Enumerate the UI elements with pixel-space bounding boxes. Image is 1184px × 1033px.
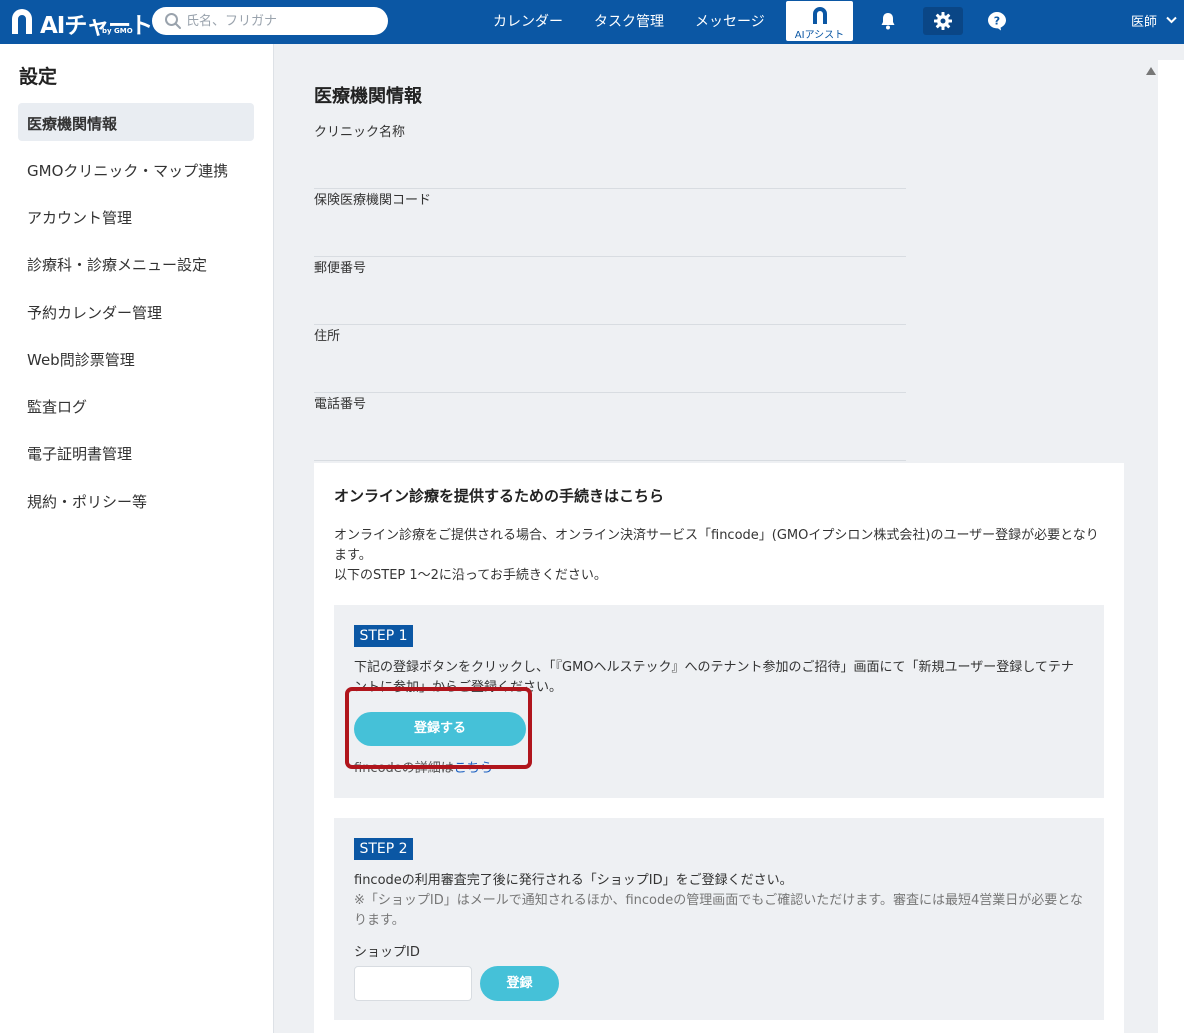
svg-text:?: ?: [994, 15, 1000, 28]
notifications-button[interactable]: [868, 7, 908, 35]
field-clinic-name: クリニック名称: [314, 121, 906, 189]
register-button[interactable]: 登録する: [354, 712, 526, 746]
nav-task-management[interactable]: タスク管理: [594, 11, 664, 31]
fincode-details-row: fincodeの詳細はこちら: [354, 757, 493, 773]
search-icon: [165, 13, 181, 29]
sidebar-item-policies[interactable]: 規約・ポリシー等: [18, 481, 254, 519]
sidebar-item-web-questionnaire[interactable]: Web問診票管理: [18, 339, 254, 377]
nav-messages[interactable]: メッセージ: [695, 11, 765, 31]
scrollbar[interactable]: [1143, 62, 1159, 1033]
field-postal-code: 郵便番号: [314, 257, 906, 325]
sidebar-item-label: 電子証明書管理: [27, 445, 133, 463]
bell-icon: [881, 13, 895, 30]
sidebar-item-accounts[interactable]: アカウント管理: [18, 197, 254, 235]
settings-button[interactable]: [923, 7, 963, 35]
field-label: クリニック名称: [314, 125, 406, 140]
sidebar-item-calendar[interactable]: 予約カレンダー管理: [18, 292, 254, 330]
sidebar-item-label: 予約カレンダー管理: [27, 304, 163, 322]
sidebar-item-label: GMOクリニック・マップ連携: [27, 162, 229, 180]
sidebar-item-label: 監査ログ: [27, 398, 88, 416]
gear-icon: [934, 12, 952, 30]
field-label: 郵便番号: [314, 261, 367, 276]
sidebar-item-label: Web問診票管理: [27, 351, 135, 369]
sidebar-item-departments[interactable]: 診療科・診療メニュー設定: [18, 244, 254, 282]
logo-arch-icon: [12, 9, 32, 34]
sidebar-title: 設定: [19, 66, 58, 88]
field-label: 電話番号: [314, 397, 367, 412]
fincode-details-prefix: fincodeの詳細は: [354, 761, 454, 773]
step-1-panel: STEP 1 下記の登録ボタンをクリックし、「『GMOヘルステック』へのテナント…: [334, 605, 1104, 798]
top-header: AIチャート by GMO カレンダー タスク管理 メッセージ AIアシスト: [0, 0, 1184, 44]
online-section-title: オンライン診療を提供するための手続きはこちら: [334, 487, 665, 505]
ai-assist-label: AIアシスト: [794, 30, 845, 41]
field-label: 保険医療機関コード: [314, 193, 432, 208]
description-line: 以下のSTEP 1〜2に沿ってお手続きください。: [334, 568, 607, 583]
sidebar-item-label: アカウント管理: [27, 209, 133, 227]
fincode-details-link[interactable]: こちら: [454, 761, 493, 773]
shop-id-register-button[interactable]: 登録: [480, 966, 559, 1001]
sidebar-item-label: 医療機関情報: [27, 115, 118, 133]
scroll-gutter: [1158, 60, 1184, 1033]
search-box[interactable]: [152, 7, 388, 35]
field-label: 住所: [314, 329, 341, 344]
nav-calendar[interactable]: カレンダー: [493, 11, 563, 31]
field-phone: 電話番号: [314, 393, 906, 461]
sidebar-item-label: 診療科・診療メニュー設定: [27, 256, 208, 274]
ai-arch-icon: [813, 7, 827, 24]
step-2-badge: STEP 2: [354, 838, 413, 860]
step-2-instructions: fincodeの利用審査完了後に発行される「ショップID」をご登録ください。: [354, 873, 793, 888]
step-1-badge: STEP 1: [354, 625, 413, 647]
step-2-note: ※「ショップID」はメールで通知されるほか、fincodeの管理画面でもご確認い…: [354, 893, 1083, 928]
sidebar-item-clinic-map[interactable]: GMOクリニック・マップ連携: [18, 150, 254, 188]
ai-assist-button[interactable]: AIアシスト: [786, 1, 853, 41]
search-input[interactable]: [186, 7, 382, 35]
online-consultation-card: オンライン診療を提供するための手続きはこちら オンライン診療をご提供される場合、…: [314, 463, 1124, 1033]
settings-sidebar: 設定 医療機関情報 GMOクリニック・マップ連携 アカウント管理 診療科・診療メ…: [0, 44, 274, 1033]
description-line: オンライン診療をご提供される場合、オンライン決済サービス「fincode」(GM…: [334, 528, 1099, 563]
shop-id-input[interactable]: [354, 966, 472, 1001]
scroll-up-arrow-icon[interactable]: [1146, 67, 1156, 75]
sidebar-item-medical-institution[interactable]: 医療機関情報: [18, 103, 254, 141]
online-description: オンライン診療をご提供される場合、オンライン決済サービス「fincode」(GM…: [334, 526, 1104, 586]
sidebar-item-certificates[interactable]: 電子証明書管理: [18, 433, 254, 471]
chevron-down-icon[interactable]: [1166, 16, 1177, 24]
page-title: 医療機関情報: [314, 86, 422, 107]
help-icon: ?: [988, 12, 1006, 31]
shop-id-label: ショップID: [354, 945, 420, 960]
field-insurance-code: 保険医療機関コード: [314, 189, 906, 257]
step-2-panel: STEP 2 fincodeの利用審査完了後に発行される「ショップID」をご登録…: [334, 818, 1104, 1020]
field-address: 住所: [314, 325, 906, 393]
sidebar-item-audit-log[interactable]: 監査ログ: [18, 386, 254, 424]
logo-sub: by GMO: [102, 27, 133, 35]
sidebar-item-label: 規約・ポリシー等: [27, 493, 148, 511]
logo-text: AIチャート: [40, 13, 153, 39]
help-button[interactable]: ?: [977, 7, 1017, 35]
user-menu[interactable]: 医師: [1131, 11, 1157, 30]
step-1-instructions: 下記の登録ボタンをクリックし、「『GMOヘルステック』へのテナント参加のご招待」…: [354, 660, 1074, 695]
